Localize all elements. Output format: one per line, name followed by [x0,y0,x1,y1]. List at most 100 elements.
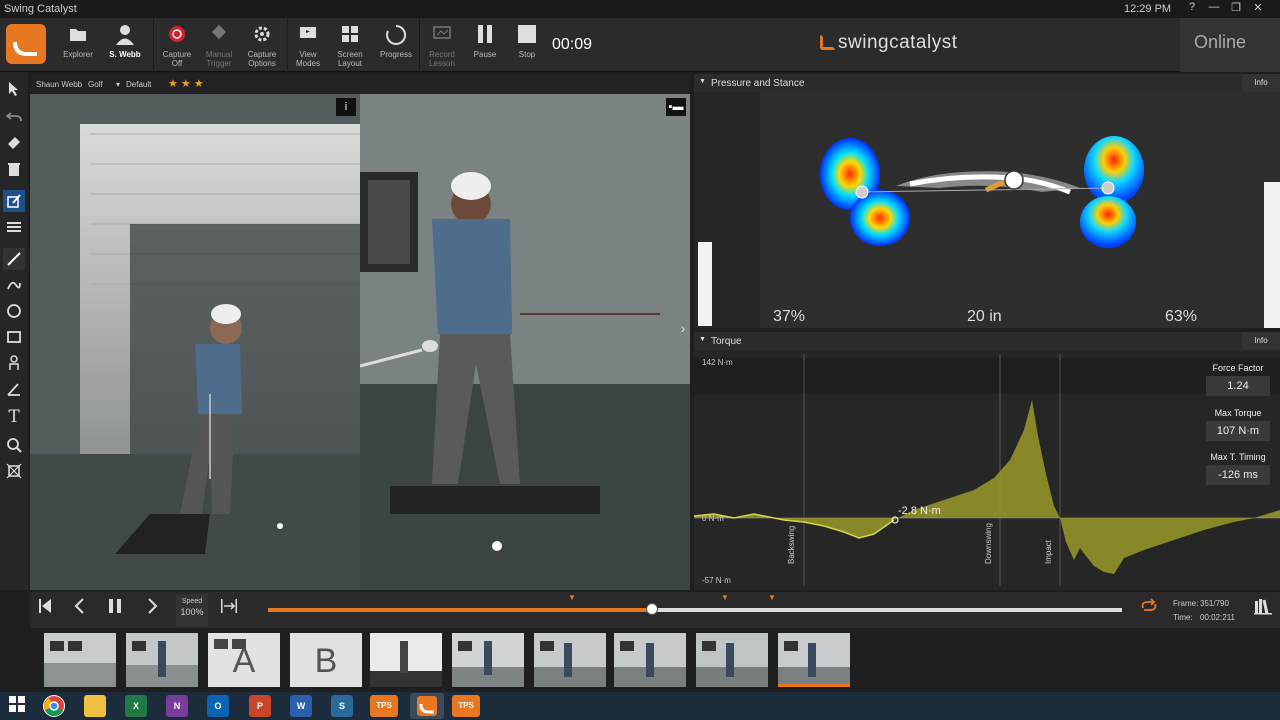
excel-icon[interactable]: X [125,695,147,717]
thumbnail-selected[interactable] [778,633,850,687]
loop-button[interactable] [1136,597,1162,623]
windows-start-icon[interactable] [4,695,30,717]
screen-layout-button[interactable]: Screen Layout [332,18,368,72]
speed-control[interactable]: Speed 100% [176,594,208,626]
pressure-panel-header[interactable]: ▼ Pressure and Stance Info [694,74,1280,92]
trash-icon [8,163,20,176]
manual-trigger-button[interactable]: Manual Trigger [200,18,238,72]
app-title: Swing Catalyst [4,3,77,15]
video-face-on[interactable]: i [30,94,360,590]
collapse-caret-icon[interactable]: ▼ [699,336,706,343]
zoom-icon [7,438,22,453]
select-tool[interactable] [3,78,25,100]
record-lesson-button[interactable]: Record Lesson [424,18,460,72]
help-button[interactable]: ? [1182,1,1202,17]
event-downswing: Downswing [984,523,993,564]
circle-tool[interactable] [3,300,25,322]
timeline-progress [268,608,653,612]
skip-start-icon [39,599,51,613]
app-logo[interactable] [6,24,46,64]
edit-tool[interactable] [3,190,25,212]
torque-panel-title: Torque [711,336,742,347]
event-marker-impact[interactable]: ▼ [768,593,776,602]
fit-tool[interactable] [3,460,25,482]
undo-icon [6,112,22,122]
swing-app-icon[interactable]: S [331,695,353,717]
preset-dropdown[interactable]: Default [126,80,151,89]
swing-catalyst-taskbar-icon[interactable] [410,693,444,719]
timeline-scrubber[interactable] [646,603,659,615]
main-toolbar: Explorer S. Webb Capture Off Manual Trig… [0,18,1280,72]
thumbnail[interactable] [534,633,606,687]
gear-icon [242,24,282,50]
circle-icon [7,304,21,318]
restore-button[interactable]: ❐ [1226,1,1246,17]
word-icon[interactable]: W [290,695,312,717]
collapse-caret-icon[interactable]: ▼ [699,78,706,85]
onenote-icon[interactable]: N [166,695,188,717]
preset-dropdown-caret[interactable]: ▾ [116,80,120,89]
thumbnail-b[interactable]: B [290,633,362,687]
play-pause-button[interactable] [102,597,128,623]
powerpoint-icon[interactable]: P [249,695,271,717]
line-tool[interactable] [3,248,25,270]
chrome-icon[interactable] [43,695,65,717]
tps-app-icon[interactable]: TPS [370,695,398,717]
event-marker-backswing[interactable]: ▼ [568,593,576,602]
view-modes-button[interactable]: View Modes [290,18,326,72]
event-marker-downswing[interactable]: ▼ [721,593,729,602]
text-tool[interactable]: T [3,406,25,428]
skip-start-button[interactable] [32,597,58,623]
curve-tool[interactable] [3,274,25,296]
step-back-button[interactable] [66,597,92,623]
info-icon[interactable]: i [336,98,356,116]
capture-off-button[interactable]: Capture Off [158,18,196,72]
thumbnail[interactable] [44,633,116,687]
body-tool[interactable] [3,352,25,374]
torque-panel-header[interactable]: ▼ Torque Info [694,332,1280,350]
eraser-tool[interactable] [3,132,25,154]
close-button[interactable]: ✕ [1248,1,1268,17]
max-torque-label: Max Torque [1214,408,1262,418]
thumbnail[interactable] [370,633,442,687]
undo-tool[interactable] [3,106,25,128]
monitor-icon [290,24,326,50]
right-foot-percent: 63% [1165,308,1198,325]
outlook-icon[interactable]: O [207,695,229,717]
cursor-icon [9,82,18,96]
capture-options-button[interactable]: Capture Options [242,18,282,72]
angle-tool[interactable] [3,378,25,400]
thumbnail[interactable] [614,633,686,687]
trim-button[interactable] [216,597,242,623]
timeline-track[interactable]: ▼ ▼ ▼ [268,593,1122,615]
pause-button[interactable]: Pause [470,18,500,72]
folder-icon [58,24,98,50]
video-down-the-line[interactable]: ▪▬ [360,94,690,590]
thumbnail[interactable] [696,633,768,687]
thumbnail[interactable] [452,633,524,687]
chevron-right-icon[interactable]: › [676,320,690,344]
file-explorer-icon[interactable] [84,695,106,717]
thumbnail[interactable] [126,633,198,687]
minimize-button[interactable]: — [1204,1,1224,17]
thumbnail-a[interactable]: A [208,633,280,687]
camera-icon[interactable]: ▪▬ [666,98,686,116]
torque-info-button[interactable]: Info [1242,332,1280,350]
tps-app-icon-2[interactable]: TPS [452,695,480,717]
expand-icon [6,463,22,479]
step-forward-button[interactable] [140,597,166,623]
library-button[interactable] [1250,597,1276,623]
rating-stars[interactable]: ★ ★ ★ [168,77,204,90]
zoom-tool[interactable] [3,434,25,456]
online-button[interactable]: Online [1180,18,1280,72]
delete-tool[interactable] [3,158,25,180]
stop-button[interactable]: Stop [512,18,542,72]
rectangle-tool[interactable] [3,326,25,348]
user-button[interactable]: S. Webb [104,18,146,72]
left-foot-percent: 37% [773,308,806,325]
lines-tool[interactable] [3,216,25,238]
progress-button[interactable]: Progress [378,18,414,72]
explorer-button[interactable]: Explorer [58,18,98,72]
pressure-info-button[interactable]: Info [1242,74,1280,92]
video-info-bar: Shaun Webb Golf ▾ Default ★ ★ ★ [30,74,690,94]
